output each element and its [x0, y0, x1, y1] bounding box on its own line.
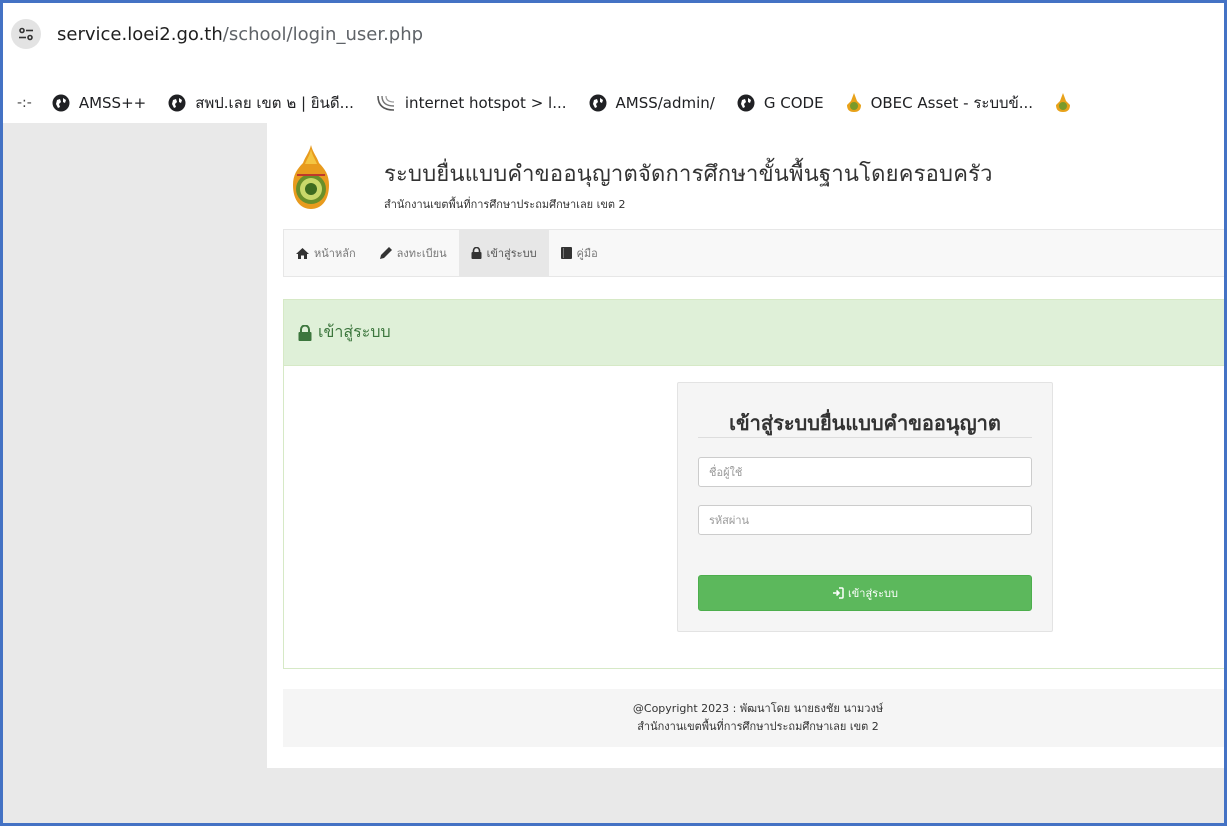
bookmarks-bar: -:- AMSS++ สพป.เลย เขต ๒ | ยินดี... inte…: [3, 83, 1224, 123]
obec-emblem-icon: [846, 93, 862, 113]
bookmark-label: internet hotspot > l...: [404, 94, 567, 112]
bookmark-label: AMSS/admin/: [615, 94, 715, 112]
site-title: ระบบยื่นแบบคำขออนุญาตจัดการศึกษาขั้นพื้น…: [384, 162, 993, 187]
login-button-label: เข้าสู่ระบบ: [848, 587, 898, 600]
globe-icon: [168, 94, 186, 112]
bookmark-label: สพป.เลย เขต ๒ | ยินดี...: [195, 94, 354, 112]
obec-logo: [291, 145, 331, 211]
nav-item-home[interactable]: หน้าหลัก: [284, 230, 368, 276]
nav-label: หน้าหลัก: [314, 247, 356, 260]
bookmark-hotspot[interactable]: internet hotspot > l...: [376, 94, 567, 112]
obec-emblem-icon: [1055, 93, 1071, 113]
globe-icon: [737, 94, 755, 112]
nav-item-register[interactable]: ลงทะเบียน: [368, 230, 459, 276]
login-button[interactable]: เข้าสู่ระบบ: [698, 575, 1032, 611]
nav-label: คู่มือ: [576, 247, 598, 260]
toolbar-gap: [3, 65, 1224, 83]
login-divider: [698, 437, 1032, 438]
page-footer: @Copyright 2023 : พัฒนาโดย นายธงชัย นามว…: [283, 689, 1224, 747]
bookmark-overflow[interactable]: [1055, 93, 1080, 113]
nav-label: เข้าสู่ระบบ: [486, 247, 537, 260]
main-navbar: หน้าหลัก ลงทะเบียน เข้าสู่ระบบ คู่มือ: [283, 229, 1224, 277]
bookmark-amss[interactable]: AMSS++: [52, 94, 146, 112]
bookmark-g-code[interactable]: G CODE: [737, 94, 824, 112]
bookmark-obec-asset[interactable]: OBEC Asset - ระบบข้...: [846, 91, 1033, 115]
login-title: เข้าสู่ระบบยื่นแบบคำขออนุญาต: [729, 411, 1001, 435]
footer-agency: สำนักงานเขตพื้นที่การศึกษาประถมศึกษาเลย …: [637, 720, 879, 733]
site-subtitle: สำนักงานเขตพื้นที่การศึกษาประถมศึกษาเลย …: [384, 198, 626, 211]
site-info-icon[interactable]: [11, 19, 41, 49]
globe-icon: [52, 94, 70, 112]
lock-icon: [471, 247, 482, 259]
nav-label: ลงทะเบียน: [396, 247, 447, 260]
bookmarks-prefix: -:-: [17, 95, 32, 111]
nav-item-login[interactable]: เข้าสู่ระบบ: [458, 230, 549, 276]
panel-heading: เข้าสู่ระบบ: [284, 300, 1224, 366]
login-form: เข้าสู่ระบบยื่นแบบคำขออนุญาต เข้าสู่ระบบ: [677, 382, 1053, 632]
address-bar[interactable]: service.loei2.go.th/school/login_user.ph…: [3, 3, 1224, 65]
password-input[interactable]: [698, 505, 1032, 535]
bookmark-label: AMSS++: [78, 94, 147, 112]
bookmark-label: G CODE: [763, 94, 824, 112]
book-icon: [560, 247, 572, 259]
pencil-icon: [379, 247, 392, 259]
lock-icon: [298, 324, 312, 341]
username-input[interactable]: [698, 457, 1032, 487]
globe-icon: [589, 94, 607, 112]
login-panel: เข้าสู่ระบบ เข้าสู่ระบบยื่นแบบคำขออนุญาต…: [283, 299, 1224, 669]
nav-item-manual[interactable]: คู่มือ: [549, 230, 610, 276]
screenshot-frame: service.loei2.go.th/school/login_user.ph…: [0, 0, 1227, 826]
sign-in-icon: [832, 587, 844, 599]
url-host: service.loei2.go.th: [57, 23, 223, 45]
home-icon: [296, 247, 309, 259]
page-container: ระบบยื่นแบบคำขออนุญาตจัดการศึกษาขั้นพื้น…: [267, 123, 1224, 768]
bookmark-amss-admin[interactable]: AMSS/admin/: [589, 94, 715, 112]
panel-heading-text: เข้าสู่ระบบ: [318, 322, 391, 341]
bookmark-spp-loei[interactable]: สพป.เลย เขต ๒ | ยินดี...: [168, 91, 354, 115]
url-path: /school/login_user.php: [222, 23, 424, 45]
hotspot-icon: [376, 94, 396, 112]
footer-copyright: @Copyright 2023 : พัฒนาโดย นายธงชัย นามว…: [632, 702, 884, 715]
bookmark-label: OBEC Asset - ระบบข้...: [870, 94, 1034, 112]
url-text[interactable]: service.loei2.go.th/school/login_user.ph…: [57, 24, 423, 45]
